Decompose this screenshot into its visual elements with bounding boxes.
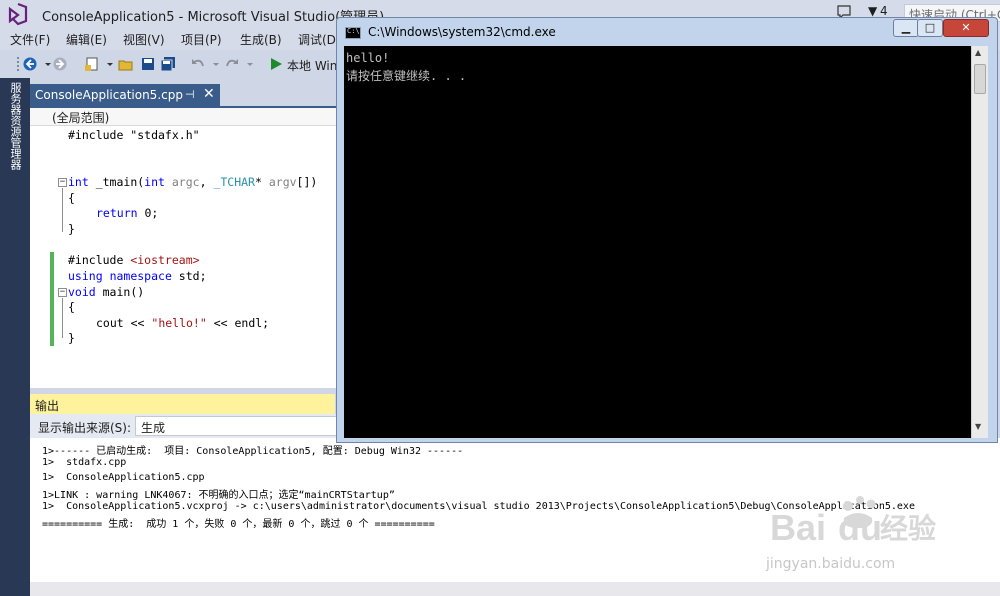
menu-project[interactable]: 项目(P) [181,31,222,48]
output-line: 1> stdafx.cpp [42,457,127,468]
output-line: 1>LINK : warning LNK4067: 不明确的入口点；选定“mai… [42,490,395,501]
dropdown-arrow-icon[interactable] [102,56,118,72]
output-horizontal-scrollbar[interactable] [30,582,1000,596]
code-line-brace-open: { [68,191,75,205]
code-editor[interactable]: #include "stdafx.h" − int _tmain(int arg… [30,126,338,388]
svg-text:Bai: Bai [770,507,826,546]
minimize-button[interactable]: ▁ [893,19,919,37]
close-icon[interactable]: ✕ [203,86,215,102]
scroll-up-arrow-icon[interactable]: ▲ [975,48,981,57]
code-line-brace-close: } [68,331,75,345]
watermark-url: jingyan.baidu.com [766,556,896,572]
console-line-press-any-key: 请按任意键继续. . . [346,69,467,83]
server-explorer-tab[interactable]: 服务器资源管理器 [7,82,23,170]
new-project-icon[interactable] [84,56,100,72]
close-button[interactable]: ✕ [943,19,989,37]
output-line: ========== 生成: 成功 1 个，失败 0 个，最新 0 个，跳过 0… [42,519,435,530]
feedback-count: 4 [880,4,888,18]
maximize-button[interactable]: □ [917,19,943,37]
output-line: 1>------ 已启动生成: 项目: ConsoleApplication5,… [42,446,464,457]
feedback-flag-icon[interactable]: ▼ [868,4,877,18]
cmd-window-title: C:\Windows\system32\cmd.exe [368,25,556,39]
output-source-select[interactable]: 生成 [135,416,345,436]
document-tab-label: ConsoleApplication5.cpp [35,88,183,102]
fold-guide [62,298,63,338]
pin-icon[interactable]: ⊣ [185,88,195,101]
save-icon[interactable] [140,56,156,72]
save-all-icon[interactable] [160,56,176,72]
console-output[interactable]: hello! 请按任意键继续. . . [344,46,971,438]
output-line: 1> ConsoleApplication5.cpp [42,472,205,483]
svg-text:du: du [838,507,882,546]
code-line-return: return 0; [96,206,159,220]
output-panel-header[interactable]: 输出 [30,394,335,414]
code-line-tmain: int _tmain(int argc, _TCHAR* argv[]) [68,175,318,189]
cmd-icon: C:\ [345,27,361,39]
dropdown-arrow-icon[interactable] [242,56,258,72]
undo-icon[interactable] [190,56,206,72]
code-line-include-iostream: #include <iostream> [68,253,200,267]
output-panel-title: 输出 [35,399,60,413]
back-icon[interactable] [22,56,38,72]
menu-edit[interactable]: 编辑(E) [66,31,107,48]
document-tab-consoleapplication5-cpp[interactable]: ConsoleApplication5.cpp ⊣ ✕ [30,84,220,106]
open-file-icon[interactable] [118,56,134,72]
redo-icon[interactable] [224,56,240,72]
code-line-void-main: void main() [68,285,145,299]
fold-toggle-icon[interactable]: − [58,288,67,297]
scroll-thumb[interactable] [974,64,986,94]
code-line-brace-open: { [68,300,75,314]
output-toolbar: 显示输出来源(S): 生成 [30,414,345,438]
baidu-jingyan-watermark-logo: Bai du 经验 [770,496,936,546]
menu-file[interactable]: 文件(F) [10,31,50,48]
start-debugging-icon[interactable] [268,56,284,72]
fold-toggle-icon[interactable]: − [58,178,67,187]
forward-icon[interactable] [52,56,68,72]
code-line-cout: cout << "hello!" << endl; [96,316,270,330]
scope-dropdown[interactable]: (全局范围) [30,108,338,126]
window-title: ConsoleApplication5 - Microsoft Visual S… [42,10,385,25]
scroll-down-arrow-icon[interactable]: ▼ [975,422,981,431]
menu-build[interactable]: 生成(B) [240,31,282,48]
scope-label: (全局范围) [52,111,110,125]
fold-guide [62,188,63,232]
console-vertical-scrollbar[interactable]: ▲ ▼ [971,46,988,438]
svg-text:经验: 经验 [880,512,936,545]
menu-view[interactable]: 视图(V) [123,31,165,48]
visual-studio-logo-icon [8,2,28,26]
menu-debug[interactable]: 调试(D) [298,31,341,48]
console-line-hello: hello! [346,51,390,65]
code-line-brace-close: } [68,222,75,236]
changed-lines-indicator [50,252,54,346]
code-line-include-stdafx: #include "stdafx.h" [68,128,200,142]
dropdown-arrow-icon[interactable] [208,56,224,72]
output-source-label: 显示输出来源(S): [38,421,132,435]
code-line-using-namespace: using namespace std; [68,269,207,283]
cmd-window[interactable]: C:\ C:\Windows\system32\cmd.exe ▁ □ ✕ he… [336,17,998,443]
